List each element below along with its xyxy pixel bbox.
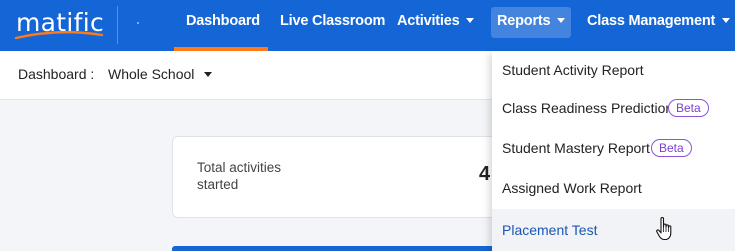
chevron-down-icon: [722, 17, 731, 23]
hand-pointer-icon: [656, 217, 672, 241]
dashboard-scope-value: Whole School: [108, 66, 195, 82]
nav-reports[interactable]: Reports: [491, 7, 572, 38]
beta-badge: Beta: [651, 139, 692, 157]
nav-activities-label: Activities: [397, 13, 460, 29]
menu-item-label: Student Mastery Report: [502, 140, 650, 156]
menu-item-student-mastery-report[interactable]: Student Mastery Report Beta: [492, 129, 735, 169]
top-navigation-bar: matific Dashboard Live Classroom Activit…: [0, 0, 735, 51]
menu-item-student-activity-report[interactable]: Student Activity Report: [492, 51, 735, 91]
dashboard-filter-label: Dashboard :: [18, 66, 95, 82]
menu-item-placement-test[interactable]: Placement Test: [492, 209, 735, 251]
nav-class-management[interactable]: Class Management: [587, 0, 731, 45]
menu-item-label: Class Readiness Prediction: [502, 100, 674, 116]
menu-item-label: Assigned Work Report: [502, 180, 642, 196]
nav-live-classroom-label: Live Classroom: [280, 13, 386, 29]
menu-item-label: Placement Test: [502, 222, 598, 238]
nav-divider: [117, 6, 118, 44]
nav-class-management-label: Class Management: [587, 13, 716, 29]
beta-badge: Beta: [668, 99, 709, 117]
nav-dashboard[interactable]: Dashboard: [186, 0, 260, 45]
menu-item-assigned-work-report[interactable]: Assigned Work Report: [492, 169, 735, 209]
logo-swoosh-icon: [14, 31, 104, 40]
matific-logo[interactable]: matific: [14, 9, 104, 43]
next-card-header: [172, 246, 502, 251]
nav-live-classroom[interactable]: Live Classroom: [280, 0, 385, 45]
menu-item-class-readiness-prediction[interactable]: Class Readiness Prediction Beta: [492, 89, 735, 129]
nav-activities[interactable]: Activities: [397, 0, 475, 45]
total-activities-card: Total activities started 4: [172, 136, 504, 218]
chevron-down-icon: [204, 71, 213, 77]
dashboard-scope-select[interactable]: Whole School: [108, 66, 213, 82]
chevron-down-icon: [466, 17, 475, 23]
chevron-down-icon: [557, 17, 566, 23]
reports-dropdown-menu: Student Activity Report Class Readiness …: [492, 51, 735, 251]
nav-reports-label: Reports: [497, 13, 551, 29]
nav-dashboard-label: Dashboard: [186, 13, 260, 29]
nav-dot: [137, 22, 139, 24]
card-label: Total activities started: [197, 160, 282, 192]
menu-item-label: Student Activity Report: [502, 62, 644, 78]
card-value: 4: [479, 163, 491, 185]
